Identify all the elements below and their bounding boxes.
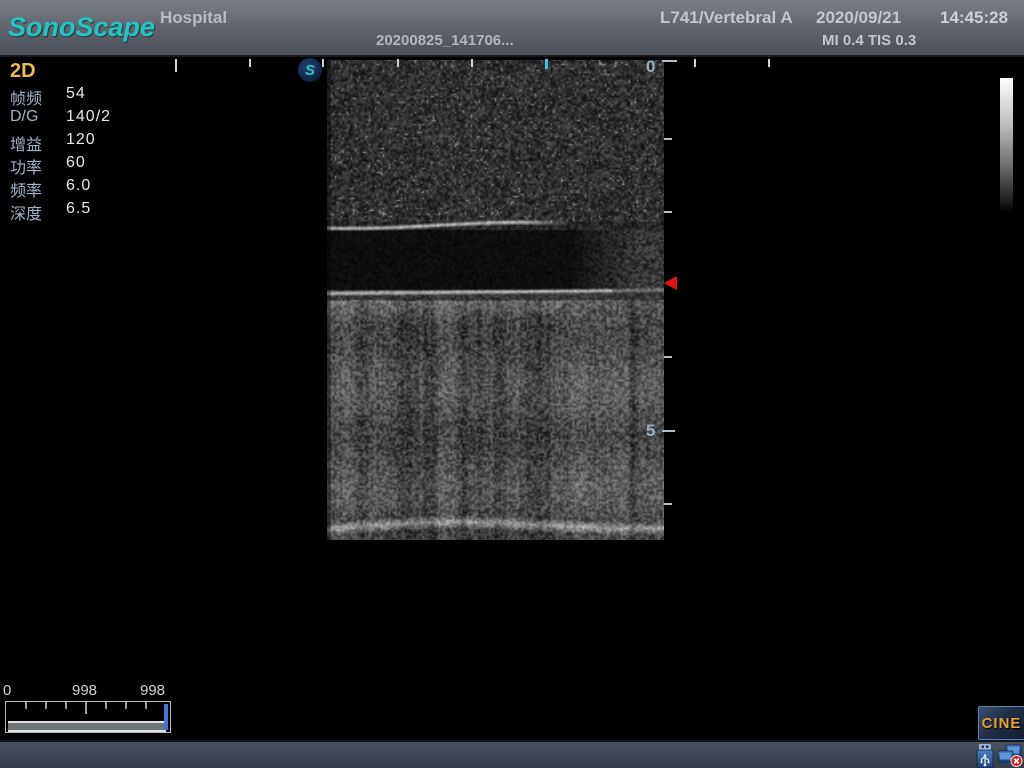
depth-tick [664, 356, 672, 358]
depth-tick [664, 138, 672, 140]
param-row-framerate: 帧频 54 [10, 85, 170, 108]
probe-orientation-marker [545, 59, 548, 69]
param-value: 54 [66, 85, 86, 103]
param-label: 频率 [10, 177, 42, 201]
ruler-tick [768, 59, 770, 67]
param-value: 60 [66, 154, 86, 172]
sonoscape-s-watermark-icon: S [298, 58, 322, 82]
scrubber-tick [45, 702, 47, 709]
scrubber-tick [145, 702, 147, 709]
ultrasound-image [327, 60, 664, 540]
ruler-tick [397, 59, 399, 67]
depth-tick [662, 60, 677, 62]
time-display: 14:45:28 [940, 8, 1008, 28]
network-error-icon[interactable] [997, 744, 1023, 768]
ruler-tick [249, 59, 251, 67]
param-label: 功率 [10, 154, 42, 178]
probe-preset: L741/Vertebral A [660, 8, 793, 28]
cine-start-frame: 0 [3, 682, 11, 699]
watermark-letter: S [305, 63, 315, 78]
ruler-tick [694, 59, 696, 67]
ultrasound-screen: SonoScape Hospital 20200825_141706... L7… [0, 0, 1024, 768]
param-value: 6.5 [66, 200, 91, 218]
param-label: 深度 [10, 200, 42, 224]
scrubber-tick [85, 702, 87, 714]
param-label: 帧频 [10, 85, 42, 109]
param-row-depth: 深度 6.5 [10, 200, 170, 223]
param-value: 140/2 [66, 108, 111, 126]
param-value: 6.0 [66, 177, 91, 195]
scrubber-tick [65, 702, 67, 709]
cine-total-frames: 998 [140, 682, 165, 699]
mode-label: 2D [10, 60, 36, 83]
scrubber-tick [25, 702, 27, 709]
taskbar [0, 740, 1024, 768]
param-label: D/G [10, 108, 38, 126]
ruler-tick [471, 59, 473, 67]
param-value: 120 [66, 131, 96, 149]
depth-tick [662, 430, 675, 432]
focus-marker-icon [664, 276, 677, 290]
depth-tick [664, 503, 672, 505]
grayscale-bar [1000, 78, 1013, 212]
cine-progress-bar [8, 721, 166, 732]
depth-label-5: 5 [646, 421, 655, 441]
param-label: 增益 [10, 131, 42, 155]
hospital-name: Hospital [160, 8, 227, 28]
date-display: 2020/09/21 [816, 8, 901, 28]
cine-position-marker[interactable] [164, 704, 168, 730]
depth-tick [664, 211, 672, 213]
mi-tis-display: MI 0.4 TIS 0.3 [822, 32, 916, 49]
param-row-frequency: 频率 6.0 [10, 177, 170, 200]
depth-label-0: 0 [646, 57, 655, 77]
header-bar: SonoScape Hospital 20200825_141706... L7… [0, 0, 1024, 57]
scrubber-tick [105, 702, 107, 709]
param-row-dg: D/G 140/2 [10, 108, 170, 131]
param-row-power: 功率 60 [10, 154, 170, 177]
cine-current-frame: 998 [72, 682, 97, 699]
exam-id: 20200825_141706... [376, 32, 514, 49]
cine-scrubber[interactable] [5, 701, 171, 733]
param-row-gain: 增益 120 [10, 131, 170, 154]
scrubber-tick [125, 702, 127, 709]
ruler-tick [322, 59, 324, 67]
sonoscape-logo: SonoScape [8, 12, 155, 43]
usb-icon[interactable] [974, 743, 996, 768]
cine-button[interactable]: CINE [978, 706, 1024, 740]
ruler-tick [175, 59, 177, 72]
